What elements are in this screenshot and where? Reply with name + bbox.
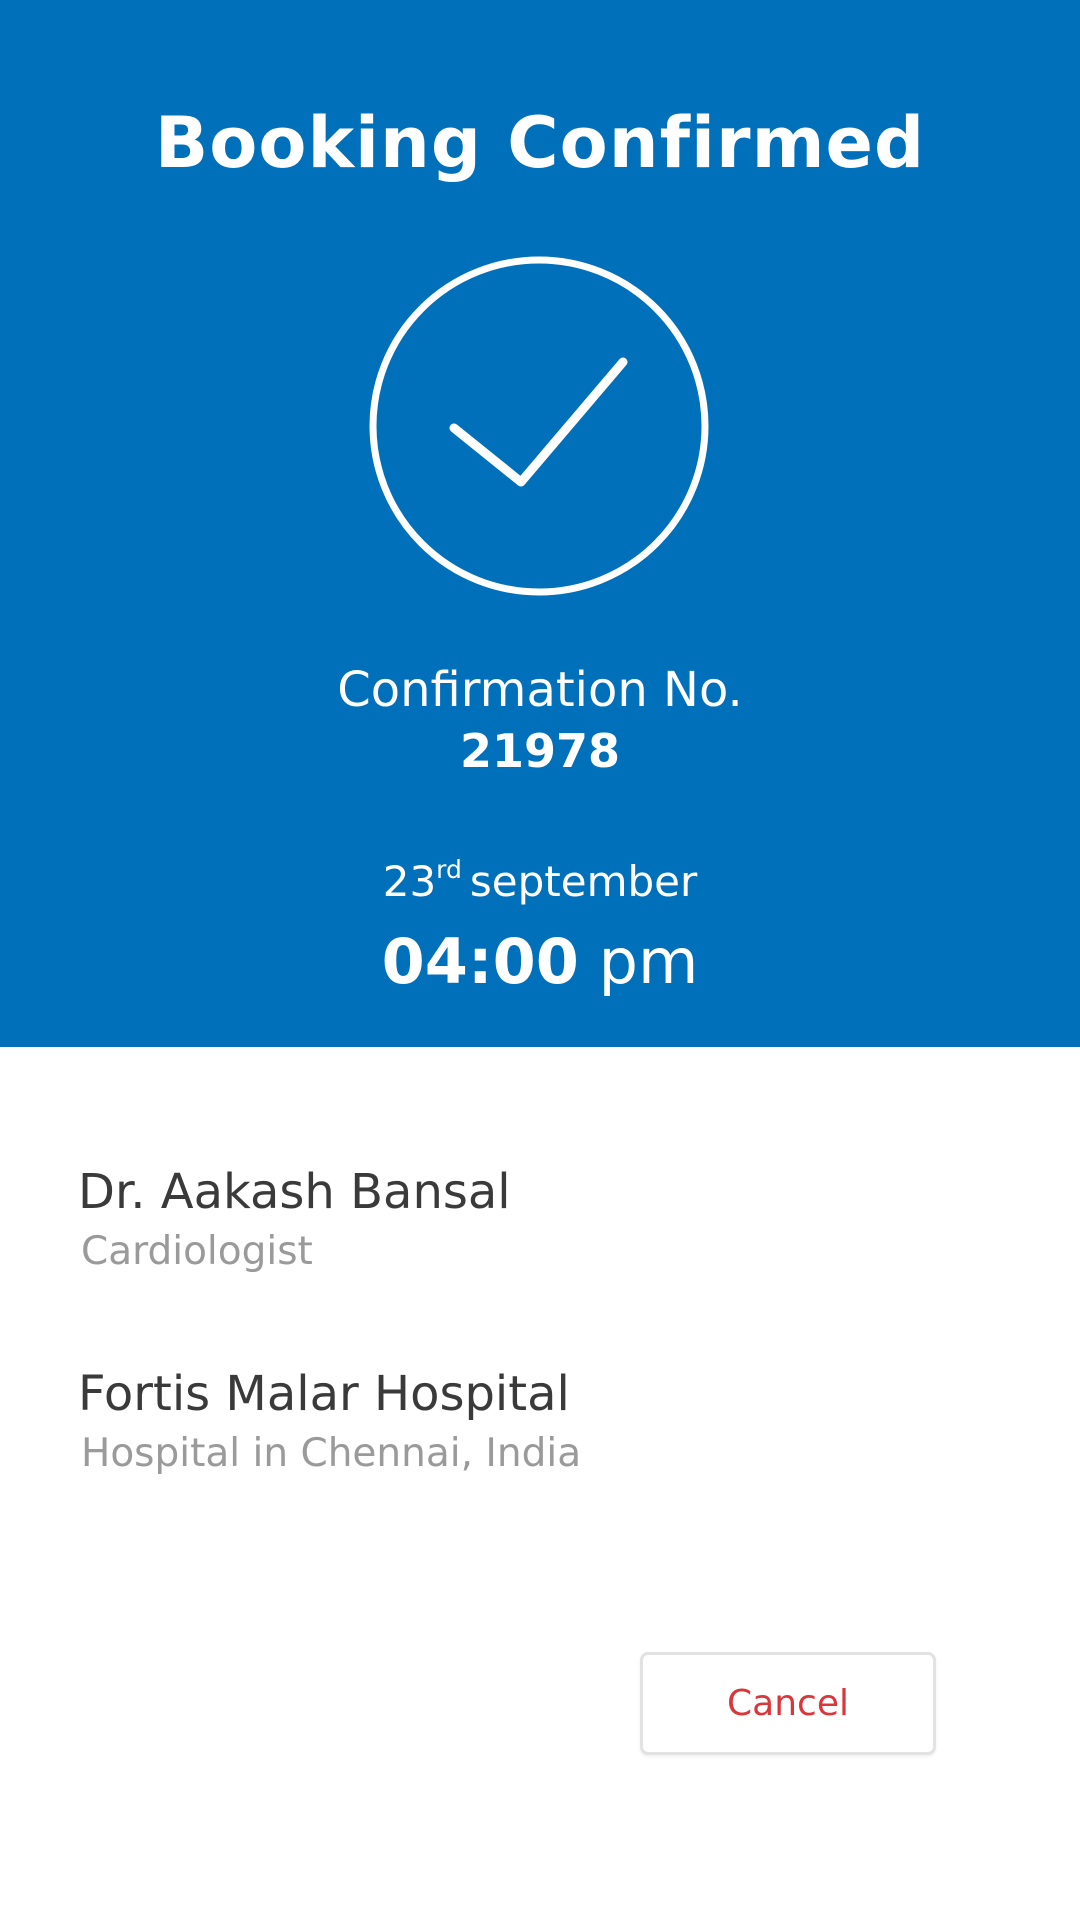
doctor-name: Dr. Aakash Bansal [78,1164,511,1220]
page-title: Booking Confirmed [154,102,926,184]
booking-confirmation-screen: Booking Confirmed Confirmation No. 21978… [0,0,1080,1920]
appointment-day-suffix: rd [436,855,462,884]
hospital-name: Fortis Malar Hospital [78,1366,570,1422]
hospital-location: Hospital in Chennai, India [81,1431,582,1476]
check-circle-icon [369,256,709,596]
confirmation-number-label: Confirmation No. [337,662,743,718]
appointment-meridiem: pm [598,925,699,998]
doctor-specialty: Cardiologist [81,1229,313,1274]
confirmation-header: Booking Confirmed Confirmation No. 21978… [0,0,1080,1047]
cancel-button[interactable]: Cancel [640,1652,936,1755]
appointment-date: 23rd september [0,853,1080,911]
appointment-day: 23 [382,857,437,906]
confirmation-number: 21978 [459,724,621,778]
appointment-month: september [469,857,698,906]
appointment-time-value: 04:00 [381,925,579,998]
appointment-time: 04:00 pm [0,922,1080,1002]
